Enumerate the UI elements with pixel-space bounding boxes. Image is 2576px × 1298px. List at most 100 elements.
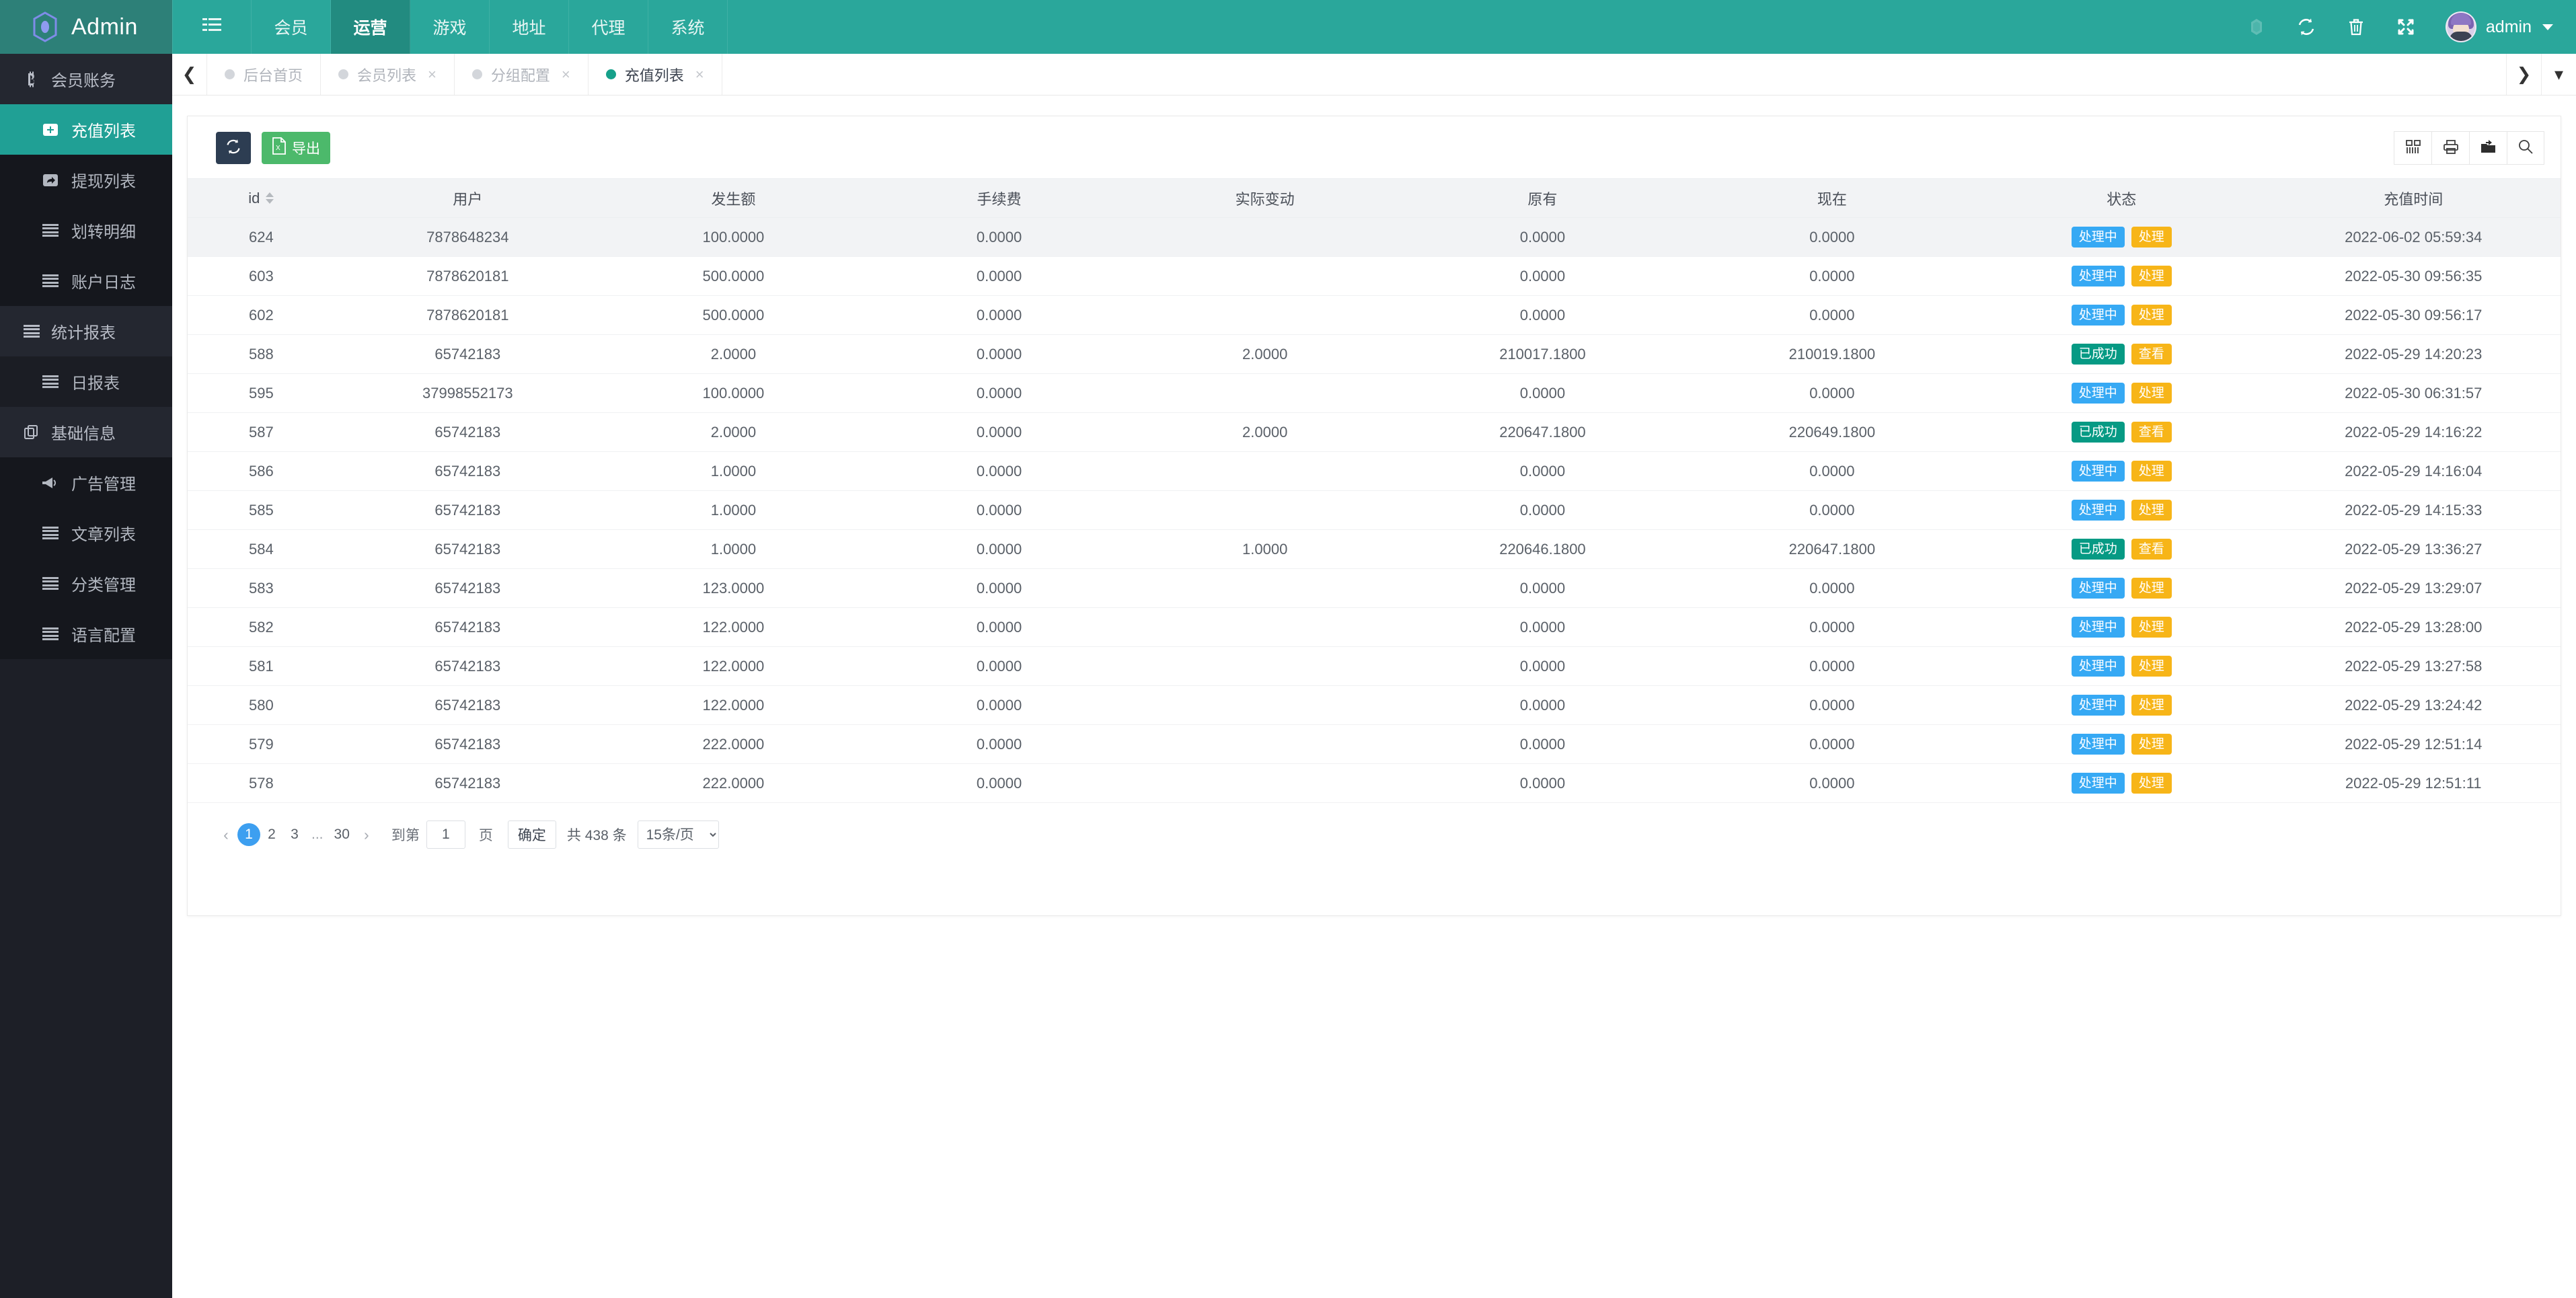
sidebar-item-language-config[interactable]: 语言配置 bbox=[0, 609, 172, 659]
tabs-more-menu-button[interactable]: ▾ bbox=[2541, 54, 2576, 95]
refresh-icon[interactable] bbox=[2281, 0, 2331, 54]
column-header-before: 原有 bbox=[1398, 178, 1688, 218]
table-row[interactable]: 587 65742183 2.0000 0.0000 2.0000 220647.1800… bbox=[188, 412, 2561, 452]
row-action-button[interactable]: 处理 bbox=[2131, 617, 2172, 638]
user-menu[interactable]: admin bbox=[2431, 11, 2553, 42]
table-row[interactable]: 583 65742183 123.0000 0.0000 0.0000 0.0000 处理中… bbox=[188, 568, 2561, 608]
avatar bbox=[2445, 11, 2476, 42]
sidebar-item-withdraw-list[interactable]: 提现列表 bbox=[0, 155, 172, 205]
pagination-prev-button[interactable]: ‹ bbox=[215, 823, 237, 846]
sidebar-group-basic-info[interactable]: 基础信息 bbox=[0, 407, 172, 457]
trash-icon[interactable] bbox=[2331, 0, 2381, 54]
row-action-button[interactable]: 处理 bbox=[2131, 266, 2172, 287]
table-row[interactable]: 581 65742183 122.0000 0.0000 0.0000 0.0000 处理中… bbox=[188, 646, 2561, 686]
row-before: 0.0000 bbox=[1398, 217, 1688, 257]
row-action-button[interactable]: 处理 bbox=[2131, 383, 2172, 404]
close-icon[interactable]: × bbox=[428, 66, 437, 83]
sidebar-item-transfer-detail[interactable]: 划转明细 bbox=[0, 205, 172, 256]
sidebar-item-ad-management[interactable]: 广告管理 bbox=[0, 457, 172, 508]
row-action-button[interactable]: 处理 bbox=[2131, 227, 2172, 247]
table-row[interactable]: 602 7878620181 500.0000 0.0000 0.0000 0.0000 处… bbox=[188, 295, 2561, 335]
tab-member-list[interactable]: 会员列表 × bbox=[321, 54, 455, 95]
sidebar-item-account-log[interactable]: 账户日志 bbox=[0, 256, 172, 306]
row-action-button[interactable]: 处理 bbox=[2131, 461, 2172, 482]
row-action-button[interactable]: 查看 bbox=[2131, 539, 2172, 560]
row-fee: 0.0000 bbox=[866, 685, 1133, 725]
table-row[interactable]: 603 7878620181 500.0000 0.0000 0.0000 0.0000 处… bbox=[188, 256, 2561, 296]
table-row[interactable]: 588 65742183 2.0000 0.0000 2.0000 210017.1800… bbox=[188, 334, 2561, 374]
topnav-item-4[interactable]: 代理 bbox=[569, 0, 648, 54]
menu-toggle-button[interactable] bbox=[172, 0, 252, 54]
close-icon[interactable]: × bbox=[562, 66, 570, 83]
topnav-item-3[interactable]: 地址 bbox=[490, 0, 569, 54]
brand-logo-area[interactable]: Admin bbox=[0, 0, 172, 54]
tab-recharge-list[interactable]: 充值列表 × bbox=[589, 54, 722, 95]
goto-confirm-button[interactable]: 确定 bbox=[507, 820, 556, 849]
snowflake-icon[interactable] bbox=[2232, 0, 2281, 54]
table-row[interactable]: 579 65742183 222.0000 0.0000 0.0000 0.0000 处理中… bbox=[188, 724, 2561, 764]
row-action-button[interactable]: 处理 bbox=[2131, 734, 2172, 755]
sidebar-item-label: 分类管理 bbox=[71, 576, 136, 595]
row-user: 65742183 bbox=[334, 412, 601, 452]
row-action-button[interactable]: 处理 bbox=[2131, 695, 2172, 716]
row-change bbox=[1132, 607, 1398, 647]
row-fee: 0.0000 bbox=[866, 763, 1133, 803]
row-change: 2.0000 bbox=[1132, 334, 1398, 374]
tabs-scroll-right-button[interactable]: ❯ bbox=[2506, 54, 2541, 95]
row-action-button[interactable]: 处理 bbox=[2131, 773, 2172, 794]
sidebar-item-category-management[interactable]: 分类管理 bbox=[0, 558, 172, 609]
table-row[interactable]: 595 37998552173 100.0000 0.0000 0.0000 0.0000… bbox=[188, 373, 2561, 413]
pagination-page-1[interactable]: 1 bbox=[237, 823, 260, 846]
table-row[interactable]: 585 65742183 1.0000 0.0000 0.0000 0.0000 处理中 处理… bbox=[188, 490, 2561, 530]
sidebar-group-statistics[interactable]: 统计报表 bbox=[0, 306, 172, 356]
topnav-item-2[interactable]: 游戏 bbox=[410, 0, 490, 54]
table-row[interactable]: 582 65742183 122.0000 0.0000 0.0000 0.0000 处理中… bbox=[188, 607, 2561, 647]
pagination-page-last[interactable]: 30 bbox=[329, 823, 355, 846]
table-row[interactable]: 586 65742183 1.0000 0.0000 0.0000 0.0000 处理中 处理… bbox=[188, 451, 2561, 491]
row-before: 0.0000 bbox=[1398, 256, 1688, 296]
print-button[interactable] bbox=[2431, 131, 2469, 165]
goto-page-input[interactable] bbox=[426, 820, 465, 849]
table-row[interactable]: 624 7878648234 100.0000 0.0000 0.0000 0.0000 处… bbox=[188, 217, 2561, 257]
row-action-button[interactable]: 处理 bbox=[2131, 578, 2172, 599]
row-action-button[interactable]: 查看 bbox=[2131, 422, 2172, 443]
pagination-page-3[interactable]: 3 bbox=[283, 823, 306, 846]
page-size-select[interactable]: 15条/页30条/页50条/页100条/页 bbox=[637, 820, 719, 849]
sidebar-item-article-list[interactable]: 文章列表 bbox=[0, 508, 172, 558]
row-fee: 0.0000 bbox=[866, 451, 1133, 491]
refresh-button[interactable] bbox=[216, 132, 251, 164]
column-header-id[interactable]: id bbox=[188, 178, 335, 218]
tab-group-config[interactable]: 分组配置 × bbox=[455, 54, 589, 95]
tabs-scroll-left-button[interactable]: ❮ bbox=[172, 54, 207, 95]
table-row[interactable]: 584 65742183 1.0000 0.0000 1.0000 220646.1800… bbox=[188, 529, 2561, 569]
table-row[interactable]: 580 65742183 122.0000 0.0000 0.0000 0.0000 处理中… bbox=[188, 685, 2561, 725]
row-action-button[interactable]: 查看 bbox=[2131, 344, 2172, 365]
row-action-button[interactable]: 处理 bbox=[2131, 500, 2172, 521]
close-icon[interactable]: × bbox=[695, 66, 704, 83]
pagination-next-button[interactable]: › bbox=[355, 823, 378, 846]
row-status-cell: 处理中 处理 bbox=[1977, 763, 2267, 803]
row-action-button[interactable]: 处理 bbox=[2131, 656, 2172, 677]
sidebar-item-recharge-list[interactable]: 充值列表 bbox=[0, 104, 172, 155]
tab-dashboard[interactable]: 后台首页 bbox=[207, 54, 321, 95]
columns-button[interactable] bbox=[2394, 131, 2431, 165]
pagination-ellipsis: ... bbox=[311, 827, 324, 842]
row-change bbox=[1132, 568, 1398, 608]
sidebar-item-daily-report[interactable]: 日报表 bbox=[0, 356, 172, 407]
export-button[interactable]: X 导出 bbox=[262, 132, 330, 164]
tab-status-dot bbox=[605, 69, 616, 79]
sidebar-group-member-accounts[interactable]: 会员账务 bbox=[0, 54, 172, 104]
table-row[interactable]: 578 65742183 222.0000 0.0000 0.0000 0.0000 处理中… bbox=[188, 763, 2561, 803]
row-action-button[interactable]: 处理 bbox=[2131, 305, 2172, 326]
sort-arrows-icon[interactable] bbox=[266, 192, 274, 204]
row-amount: 122.0000 bbox=[600, 607, 866, 647]
topnav-item-0[interactable]: 会员 bbox=[252, 0, 331, 54]
fullscreen-icon[interactable] bbox=[2381, 0, 2431, 54]
topnav-item-5[interactable]: 系统 bbox=[648, 0, 728, 54]
status-badge: 处理中 bbox=[2071, 383, 2125, 404]
row-time: 2022-05-29 13:27:58 bbox=[2266, 646, 2561, 686]
export-folder-button[interactable] bbox=[2469, 131, 2507, 165]
topnav-item-1[interactable]: 运营 bbox=[331, 0, 410, 54]
pagination-page-2[interactable]: 2 bbox=[260, 823, 283, 846]
search-button[interactable] bbox=[2507, 131, 2544, 165]
